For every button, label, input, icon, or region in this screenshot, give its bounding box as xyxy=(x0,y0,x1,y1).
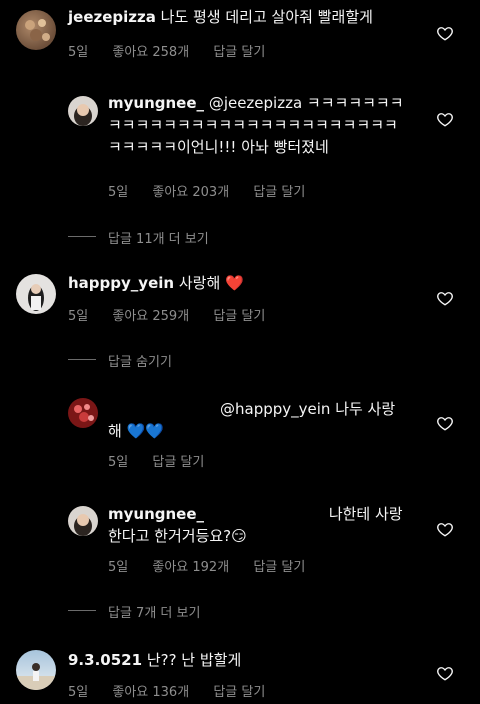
comment-username[interactable]: jeezepizza xyxy=(68,8,156,26)
likes-count[interactable]: 좋아요 259개 xyxy=(112,309,189,324)
avatar-jeezepizza[interactable] xyxy=(16,10,56,50)
reply-button[interactable]: 답글 달기 xyxy=(213,45,265,60)
heart-icon[interactable] xyxy=(436,110,454,128)
heart-icon[interactable] xyxy=(436,24,454,42)
comment-text-6: 9.3.0521 난?? 난 밥할게 xyxy=(68,649,428,671)
reply-button[interactable]: 답글 달기 xyxy=(253,185,305,200)
likes-count[interactable]: 좋아요 136개 xyxy=(112,685,189,700)
comment-body: 나도 평생 데리고 살아줘 빨래할게 xyxy=(160,8,373,26)
heart-icon[interactable] xyxy=(436,289,454,307)
avatar-image xyxy=(16,663,56,690)
heart-icon[interactable] xyxy=(436,414,454,432)
comment-username[interactable]: happpy_yein xyxy=(68,274,174,292)
reply-button[interactable]: 답글 달기 xyxy=(253,560,305,575)
likes-count[interactable]: 좋아요 203개 xyxy=(152,185,229,200)
comment-text-1: jeezepizza 나도 평생 데리고 살아줘 빨래할게 xyxy=(68,6,428,28)
comment-text-2: myungnee_ @jeezepizza ㅋㅋㅋㅋㅋㅋㅋㅋㅋㅋㅋㅋㅋㅋㅋㅋㅋㅋ… xyxy=(108,92,406,158)
avatar-image xyxy=(74,104,92,126)
comment-time: 5일 xyxy=(68,685,89,700)
comment-body: 난?? 난 밥할게 xyxy=(146,651,242,669)
thread-divider xyxy=(68,236,96,237)
reply-button[interactable]: 답글 달기 xyxy=(213,685,265,700)
comment-text-4: @happpy_yein 나두 사랑해 💙💙 xyxy=(108,398,406,442)
avatar-image xyxy=(28,284,44,311)
avatar-9-3-0521[interactable] xyxy=(16,650,56,690)
comment-time: 5일 xyxy=(68,45,89,60)
comment-username[interactable]: myungnee_ xyxy=(108,94,204,112)
comment-meta-5: 5일 좋아요 192개 답글 달기 xyxy=(108,556,325,575)
comment-time: 5일 xyxy=(68,309,89,324)
view-more-replies-button[interactable]: 답글 11개 더 보기 xyxy=(108,228,209,247)
heart-icon[interactable] xyxy=(436,520,454,538)
comment-time: 5일 xyxy=(108,185,129,200)
avatar-myungnee[interactable] xyxy=(68,96,98,126)
comment-username[interactable]: myungnee_ xyxy=(108,505,204,523)
comment-meta-2: 5일 좋아요 203개 답글 달기 xyxy=(108,181,325,200)
thread-divider xyxy=(68,610,96,611)
thread-divider xyxy=(68,359,96,360)
reply-button[interactable]: 답글 달기 xyxy=(152,455,204,470)
heart-icon[interactable] xyxy=(436,664,454,682)
comment-meta-4: 5일 답글 달기 xyxy=(108,451,224,470)
likes-count[interactable]: 좋아요 192개 xyxy=(152,560,229,575)
avatar-happpy-yein[interactable] xyxy=(16,274,56,314)
view-more-replies-button[interactable]: 답글 7개 더 보기 xyxy=(108,602,200,621)
avatar-image xyxy=(25,19,50,41)
likes-count[interactable]: 좋아요 258개 xyxy=(112,45,189,60)
avatar-myungnee[interactable] xyxy=(68,506,98,536)
avatar-image xyxy=(74,514,92,536)
comment-meta-1: 5일 좋아요 258개 답글 달기 xyxy=(68,41,285,60)
comment-username[interactable]: 9.3.0521 xyxy=(68,651,142,669)
avatar-image xyxy=(74,404,94,422)
comment-time: 5일 xyxy=(108,560,129,575)
reply-button[interactable]: 답글 달기 xyxy=(213,309,265,324)
comment-text-3: happpy_yein 사랑해 ❤️ xyxy=(68,272,428,294)
comment-body: @happpy_yein 나두 사랑해 💙💙 xyxy=(108,400,396,440)
comment-text-5: myungnee_ 나한테 사랑한다고 한거거등요?😏 xyxy=(108,503,406,547)
comment-body: 사랑해 ❤️ xyxy=(178,274,244,292)
comment-meta-6: 5일 좋아요 136개 답글 달기 xyxy=(68,681,285,700)
comment-time: 5일 xyxy=(108,455,129,470)
hide-replies-button[interactable]: 답글 숨기기 xyxy=(108,351,172,370)
avatar-reply-user[interactable] xyxy=(68,398,98,428)
comment-meta-3: 5일 좋아요 259개 답글 달기 xyxy=(68,305,285,324)
